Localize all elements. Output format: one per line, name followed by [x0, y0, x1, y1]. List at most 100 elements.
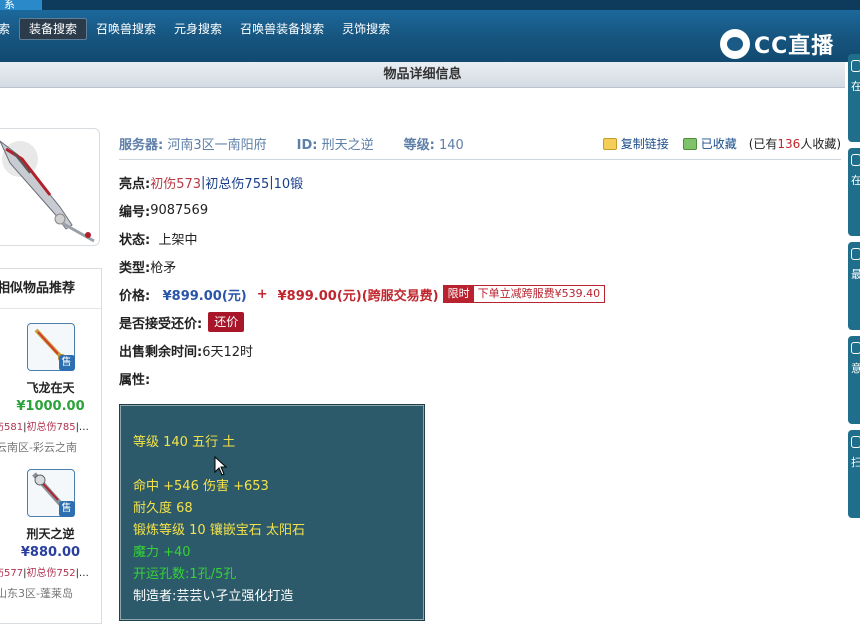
tag: 伤581 [0, 422, 24, 433]
nav-tab-equipment-search[interactable]: 装备搜索 [19, 18, 88, 40]
nav-tab-pet-equipment-search[interactable]: 召唤兽装备搜索 [231, 18, 333, 40]
attr-lucky-holes: 开运孔数:1孔/5孔 [133, 567, 237, 582]
level-group: 等级: 140 [404, 134, 464, 153]
similar-item-price: ¥1000.00 [16, 399, 85, 414]
tag: 初总伤785 [26, 422, 76, 433]
similar-item-name[interactable]: 飞龙在天 [0, 379, 101, 396]
highlight-label: 亮点: [119, 176, 151, 192]
side-widget-label: 意 [851, 362, 860, 375]
attr-hit-damage: 命中 +546 伤害 +653 [133, 479, 269, 494]
copy-link-button[interactable]: 复制链接 [602, 135, 669, 152]
side-widget-4[interactable]: 意 [848, 336, 860, 424]
item-thumbnail[interactable]: 售 [26, 469, 75, 517]
similar-item-server: 云南区-彩云之南 [0, 441, 77, 454]
counter-offer-row: 是否接受还价: 还价 [119, 308, 841, 336]
attributes-row: 属性: [119, 364, 841, 392]
remaining-time-label: 出售剩余时间: [119, 344, 203, 360]
similar-item-name[interactable]: 刑天之逆 [0, 525, 101, 542]
side-widget-5[interactable]: 扫 [848, 430, 860, 518]
top-strip [0, 0, 860, 10]
favorite-label: 已收藏 [700, 137, 737, 151]
section-title: 物品详细信息 [0, 62, 845, 88]
status-label: 状态: [119, 232, 151, 248]
tag-more: |… [75, 568, 89, 579]
mouse-cursor-icon [214, 456, 228, 476]
status-value: 上架中 [158, 232, 198, 248]
promo-text: 下单立减跨服费¥539.40 [473, 286, 605, 302]
similar-item-server: 山东3区-蓬莱岛 [0, 587, 73, 600]
tag: 初总伤752 [26, 568, 76, 579]
price-value: ¥899.00(元) [162, 288, 247, 304]
attr-maker: 制造者:芸芸い孑立强化打造 [133, 589, 294, 604]
top-tab[interactable]: 系 [0, 0, 42, 10]
top-navigation-bar: 系 索 装备搜索 召唤兽搜索 元身搜索 召唤兽装备搜索 灵饰搜索 CC直播 [0, 0, 860, 62]
number-value: 9087569 [150, 202, 209, 218]
side-widget-1[interactable]: 在 [848, 54, 860, 142]
highlight-1: 初伤573 [150, 176, 202, 192]
item-info-header: 服务器: 河南3区一南阳府 ID: 刑天之逆 等级: 140 复制链接 已收藏 … [119, 128, 841, 160]
nav-tabs: 索 装备搜索 召唤兽搜索 元身搜索 召唤兽装备搜索 灵饰搜索 [0, 18, 399, 40]
id-group: ID: 刑天之逆 [297, 134, 374, 153]
side-widget-label: 扫 [851, 456, 860, 469]
type-value: 枪矛 [150, 260, 177, 276]
similar-item-tags: 伤577|初总伤752|… [0, 564, 101, 579]
copy-link-label: 复制链接 [620, 137, 669, 151]
attributes-box: 等级 140 五行 土 命中 +546 伤害 +653 耐久度 68 锻炼等级 … [119, 404, 425, 621]
copy-link-icon [602, 137, 617, 150]
similar-item[interactable]: 售 刑天之逆 ¥880.00 伤577|初总伤752|… 山东3区-蓬莱岛 [0, 455, 101, 601]
spear-icon [0, 140, 95, 243]
nav-tab-pet-search[interactable]: 召唤兽搜索 [87, 18, 165, 40]
server-value: 河南3区一南阳府 [167, 138, 267, 153]
nav-tab-accessory-search[interactable]: 灵饰搜索 [333, 18, 399, 40]
price-plus: + [256, 286, 268, 302]
attr-forging: 锻炼等级 10 镶嵌宝石 太阳石 [133, 523, 305, 538]
attr-gap [133, 454, 411, 476]
type-row: 类型: 枪矛 [119, 252, 841, 280]
nav-tab-avatar-search[interactable]: 元身搜索 [165, 18, 231, 40]
fav-number: 136 [777, 137, 801, 151]
server-label: 服务器: [119, 138, 164, 153]
item-thumbnail[interactable]: 售 [26, 323, 75, 371]
similar-items-title: 相似物品推荐 [0, 269, 101, 309]
favorite-button[interactable]: 已收藏 [682, 135, 737, 152]
counter-offer-button[interactable]: 还价 [208, 312, 245, 332]
price-row: 价格: ¥899.00(元) + ¥899.00(元)(跨服交易费) 限时 下单立… [119, 280, 841, 308]
attributes-label: 属性: [119, 372, 151, 388]
attr-durability: 耐久度 68 [133, 501, 193, 516]
favorite-icon [682, 137, 697, 150]
similar-item[interactable]: 售 飞龙在天 ¥1000.00 伤581|初总伤785|… 云南区-彩云之南 [0, 309, 101, 455]
highlight-row: 亮点: 初伤573 | 初总伤755 | 10锻 [119, 168, 841, 196]
tag: 伤577 [0, 568, 24, 579]
side-widget-label: 在 [851, 80, 860, 93]
item-image [0, 128, 100, 246]
level-value: 140 [438, 138, 464, 153]
fav-prefix: (已有 [748, 137, 778, 151]
side-widget-label: 最 [851, 268, 860, 281]
cross-server-price: ¥899.00(元)(跨服交易费) [277, 288, 439, 304]
remaining-time-value: 6天12时 [202, 344, 254, 360]
item-info: 服务器: 河南3区一南阳府 ID: 刑天之逆 等级: 140 复制链接 已收藏 … [119, 128, 841, 392]
sale-tag: 售 [58, 355, 75, 371]
widget-icon [851, 248, 860, 260]
id-label: ID: [296, 138, 318, 153]
similar-item-tags: 伤581|初总伤785|… [0, 418, 101, 433]
price-label: 价格: [119, 288, 151, 304]
cc-live-logo: CC直播 [720, 28, 834, 60]
level-label: 等级: [403, 138, 435, 153]
number-label: 编号: [119, 204, 151, 220]
attr-level-element: 等级 140 五行 土 [133, 435, 236, 450]
highlight-2: 初总伤755 [205, 176, 270, 192]
widget-icon [851, 60, 860, 72]
attr-magic: 魔力 +40 [133, 545, 191, 560]
tag-more: |… [75, 422, 89, 433]
similar-item-price: ¥880.00 [20, 545, 81, 560]
side-widget-2[interactable]: 在 [848, 148, 860, 236]
nav-tab-search[interactable]: 索 [0, 18, 19, 40]
type-label: 类型: [119, 260, 151, 276]
side-widget-3[interactable]: 最 [848, 242, 860, 330]
widget-icon [851, 342, 860, 354]
widget-icon [851, 154, 860, 166]
fav-suffix: 人收藏) [800, 137, 841, 151]
detail-rows: 亮点: 初伤573 | 初总伤755 | 10锻 编号: 9087569 状态: 上架中… [119, 168, 841, 392]
header-actions: 复制链接 已收藏 (已有136人收藏) [589, 135, 841, 152]
